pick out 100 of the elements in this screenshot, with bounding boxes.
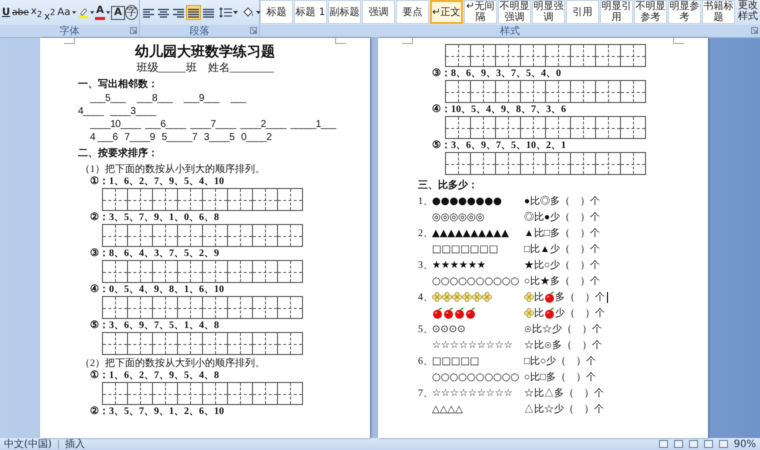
text-cursor: [607, 292, 608, 302]
style-item[interactable]: ↵无间隔: [464, 0, 497, 24]
comparison-text: 少（ ）个: [555, 306, 605, 320]
question-number: 5、: [418, 323, 432, 336]
question-number: 7、: [418, 387, 432, 400]
comparison-text: □比▲少（ ）个: [524, 242, 600, 256]
style-item[interactable]: 要点: [396, 0, 429, 24]
language-status[interactable]: 中文(中国): [4, 438, 52, 450]
number-sequence: ③：8、6、4、3、7、5、2、9: [90, 248, 220, 260]
apple-icon: [443, 307, 454, 319]
comparison-text: ☆☆☆☆☆☆☆☆☆: [432, 340, 513, 350]
caret-icon[interactable]: [233, 10, 238, 14]
comparison-text: ◎◎◎◎◎◎: [432, 212, 484, 222]
comparison-text: 比: [534, 290, 544, 304]
highlighter-icon[interactable]: [78, 6, 89, 19]
number-sequence: ⑤：3、6、9、7、5、1、4、8: [90, 320, 220, 332]
change-case-button[interactable]: Aa: [56, 4, 72, 20]
comparison-text: 多（ ）个: [555, 291, 605, 304]
align-distribute-icon: [203, 8, 214, 18]
apple-icon: [544, 291, 555, 303]
dialog-launcher-icon[interactable]: [130, 27, 137, 34]
style-item[interactable]: ↵正文: [430, 0, 463, 24]
question-number: 2、: [418, 227, 432, 240]
style-item[interactable]: 不明显强调: [498, 0, 531, 24]
zoom-level[interactable]: 90%: [734, 438, 756, 450]
question-number: 4、: [418, 291, 432, 304]
group-label: 样式: [500, 26, 520, 36]
line-spacing-icon[interactable]: [219, 7, 232, 18]
style-item[interactable]: 标题 1: [294, 0, 327, 24]
flower-icon: [524, 308, 534, 318]
margin-corner-mark: [335, 38, 346, 44]
margin-corner-mark: [64, 38, 75, 44]
comparison-text: ★比○少（ ）个: [524, 258, 600, 272]
dialog-launcher-icon[interactable]: [250, 27, 257, 34]
class-name-line: 班级_____班 姓名________: [135, 61, 275, 75]
section-heading: 二、按要求排序：: [78, 147, 159, 161]
comparison-text: ○○○○○○○○○○: [432, 372, 520, 382]
style-item[interactable]: 明显引用: [600, 0, 633, 24]
comparison-text: ○比□多（ ）个: [524, 370, 596, 384]
comparison-text: ☆☆☆☆☆☆☆☆☆: [432, 388, 513, 398]
apple-icon: [432, 307, 443, 319]
worksheet-title: 幼儿园大班数学练习题: [134, 44, 276, 61]
apple-icon: [544, 307, 555, 319]
comparison-text: □□□□□□□: [432, 244, 498, 254]
fill-in-line: 4 ___6 7____9 5_____7 3____5 0____2: [90, 131, 272, 144]
align-left-icon: [143, 8, 154, 18]
font-color-button[interactable]: A: [95, 5, 105, 20]
dialog-launcher-icon[interactable]: [751, 27, 758, 34]
style-item[interactable]: 明显强调: [532, 0, 565, 24]
apple-icon: [465, 307, 476, 319]
subscript-button[interactable]: x$_{2}$: [30, 4, 44, 20]
align-right-icon: [173, 8, 184, 18]
number-sequence: ②：3、5、7、9、1、2、6、10: [90, 406, 225, 418]
section-heading: 一、写出相邻数：: [78, 78, 159, 92]
superscript-button[interactable]: x$^{2}$: [43, 4, 56, 20]
comparison-text: △△△△: [432, 404, 463, 414]
margin-corner-mark: [402, 38, 413, 44]
group-label: 字体: [60, 26, 80, 36]
align-center-icon: [158, 8, 169, 18]
flower-icon: [472, 292, 482, 302]
align-justify-button[interactable]: [186, 5, 201, 20]
strikethrough-button[interactable]: abe: [11, 4, 30, 20]
comparison-text: ▲比□多（ ）个: [524, 226, 600, 240]
insert-mode-status[interactable]: 插入: [64, 438, 85, 450]
style-item[interactable]: 强调: [362, 0, 395, 24]
flower-icon: [462, 292, 472, 302]
style-item[interactable]: 不明显参考: [634, 0, 667, 24]
number-sequence: ③：8、6、9、3、7、5、4、0: [432, 68, 562, 80]
paint-bucket-icon[interactable]: [242, 6, 255, 18]
comparison-text: ⊙⊙⊙⊙: [432, 324, 466, 334]
fill-in-line: ___5___ ___8___ ___9___ ___: [90, 92, 248, 105]
comparison-text: △比☆少（ ）个: [524, 402, 604, 416]
comparison-text: ▲▲▲▲▲▲▲▲▲▲: [432, 228, 509, 238]
caret-icon[interactable]: [72, 10, 77, 14]
align-justify-icon: [188, 8, 199, 18]
question-number: 6、: [418, 355, 432, 368]
number-sequence: ⑤：3、6、9、7、5、10、2、1: [432, 140, 567, 152]
change-styles-button[interactable]: 更改样式: [736, 0, 760, 24]
flower-icon: [442, 292, 452, 302]
style-item[interactable]: 明显参考: [668, 0, 701, 24]
style-item[interactable]: 书籍标题: [702, 0, 735, 24]
comparison-text: ◎比●少（ ）个: [524, 210, 600, 224]
caret-icon[interactable]: [256, 10, 261, 14]
flower-icon: [452, 292, 462, 302]
enclose-character-button[interactable]: 字: [124, 5, 138, 20]
apple-icon: [454, 307, 465, 319]
caret-icon[interactable]: [90, 10, 94, 14]
character-border-button[interactable]: A: [111, 6, 125, 20]
style-item[interactable]: 副标题: [328, 0, 361, 24]
comparison-text: □□□□□: [432, 356, 480, 366]
number-sequence: ①：1、6、2、7、9、5、4、10: [90, 176, 225, 188]
style-item[interactable]: 引用: [566, 0, 599, 24]
fill-in-line: 4____ ____3____: [78, 105, 158, 118]
comparison-text: ☆比⊙多（ ）个: [524, 338, 602, 352]
underline-button[interactable]: U: [1, 4, 12, 20]
question-number: 3、: [418, 259, 432, 272]
caret-icon[interactable]: [106, 10, 110, 14]
comparison-text: ○比★多（ ）个: [524, 274, 600, 288]
comparison-text: ○○○○○○○○○○: [432, 276, 520, 286]
style-item[interactable]: 标题: [260, 0, 293, 24]
